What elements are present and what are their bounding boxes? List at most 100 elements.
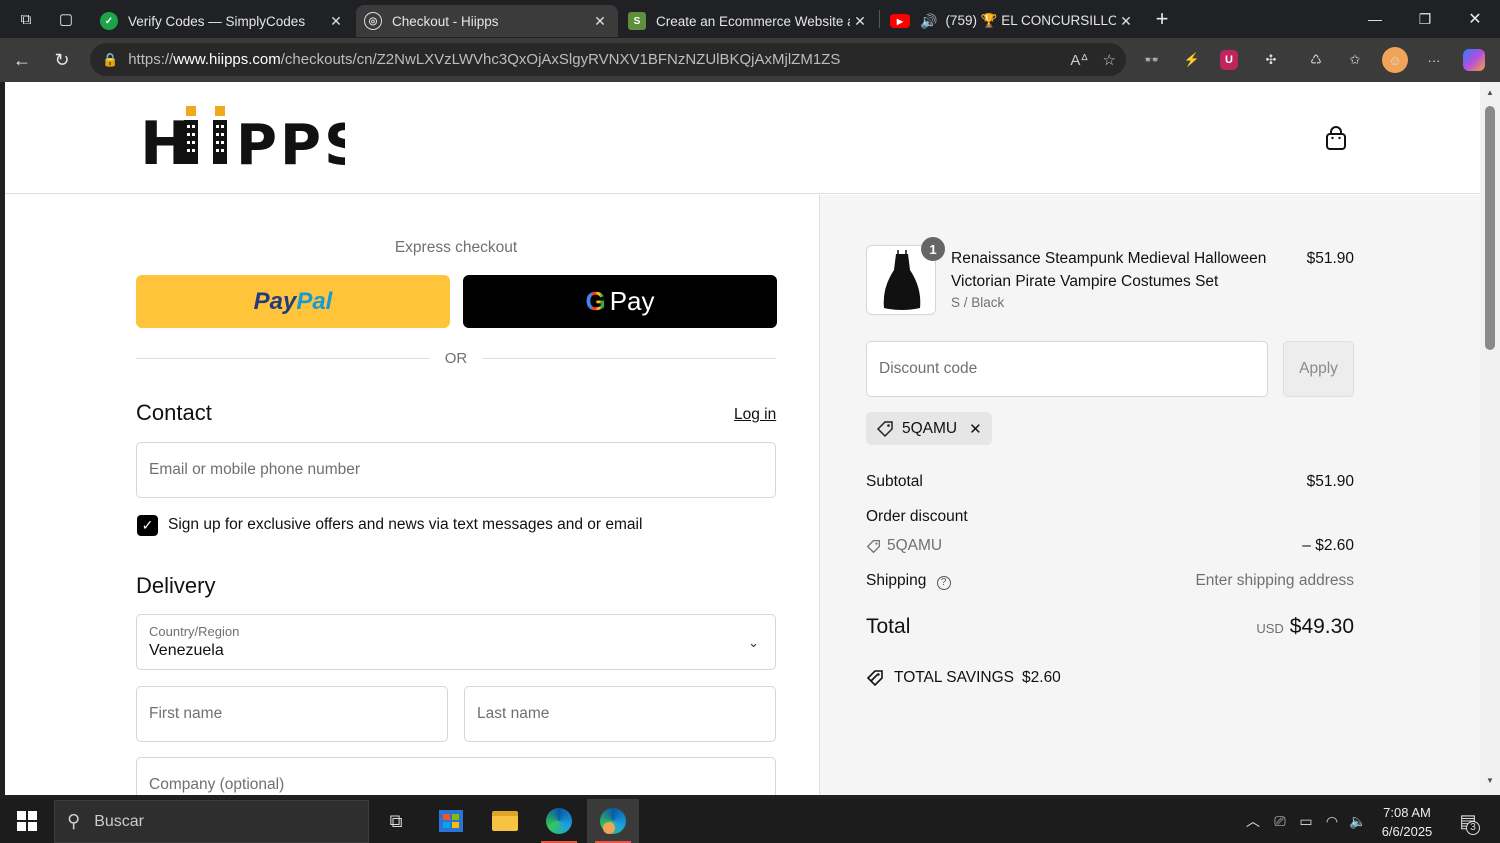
more-options-icon[interactable]: ··· — [1422, 48, 1446, 72]
apply-button[interactable]: Apply — [1283, 341, 1354, 397]
savings-tag-icon — [866, 670, 883, 687]
email-field[interactable]: Email or mobile phone number — [136, 442, 776, 498]
taskbar-clock[interactable]: 7:08 AM 6/6/2025 — [1372, 803, 1442, 841]
close-icon[interactable]: ✕ — [850, 13, 870, 30]
tab-actions-icon[interactable]: ▢ — [46, 0, 86, 38]
speaker-icon[interactable]: 🔊 — [920, 13, 937, 30]
close-icon[interactable]: ✕ — [326, 13, 346, 30]
first-name-field[interactable]: First name — [136, 686, 448, 742]
profile-avatar[interactable]: ☺ — [1382, 47, 1408, 73]
file-explorer-icon[interactable] — [479, 799, 531, 843]
tab-create-ecommerce[interactable]: S Create an Ecommerce Website an ✕ — [620, 5, 878, 37]
refresh-button[interactable]: ↻ — [42, 40, 82, 80]
extensions-puzzle-icon[interactable]: ✣ — [1259, 48, 1283, 72]
login-link[interactable]: Log in — [734, 406, 776, 424]
microsoft-store-icon[interactable] — [425, 799, 477, 843]
browser-toolbar: ← ↻ 🔒 https://www.hiipps.com/checkouts/c… — [0, 38, 1500, 82]
svg-text:H: H — [140, 109, 190, 168]
edge-icon[interactable] — [533, 799, 585, 843]
show-hidden-icons[interactable]: ︿ — [1242, 799, 1264, 843]
product-price: $51.90 — [1306, 250, 1354, 267]
or-divider: OR — [136, 348, 776, 368]
help-circle-icon[interactable]: ? — [936, 576, 951, 590]
url-path: /checkouts/cn/Z2NwLXVzLWVhc3QxOjAxSlgyRV… — [280, 51, 841, 68]
svg-text:PPS: PPS — [236, 113, 345, 168]
extension-glasses-icon[interactable]: 👓 — [1140, 48, 1164, 72]
page-scrollbar[interactable]: ▲ ▼ — [1480, 82, 1500, 795]
order-summary: 1 Renaissance Steampunk Medieval Hallowe… — [819, 195, 1480, 795]
wifi-icon[interactable]: ◠ — [1320, 799, 1344, 843]
close-icon[interactable]: ✕ — [1116, 13, 1136, 30]
extension-bolt-icon[interactable]: ⚡ — [1180, 48, 1204, 72]
shipping-value: Enter shipping address — [1195, 572, 1354, 589]
meet-now-icon[interactable]: ⎚ — [1268, 799, 1292, 843]
shopify-icon: S — [628, 12, 646, 30]
tab-youtube[interactable]: ▶ 🔊 (759) 🏆 EL CONCURSILLO # ✕ — [882, 5, 1144, 37]
shipping-row: Shipping ? Enter shipping address — [866, 572, 1354, 590]
lock-icon[interactable]: 🔒 — [102, 52, 118, 68]
shopping-bag-icon[interactable] — [1325, 126, 1347, 150]
tab-verify-codes[interactable]: ✓ Verify Codes — SimplyCodes ✕ — [92, 5, 354, 37]
back-button[interactable]: ← — [2, 40, 42, 80]
close-icon[interactable]: ✕ — [590, 13, 610, 30]
tag-icon — [876, 420, 893, 437]
subtotal-row: Subtotal $51.90 — [866, 473, 1354, 490]
subtotal-value: $51.90 — [1306, 473, 1354, 490]
tab-title: Checkout - Hiipps — [392, 13, 499, 29]
paypal-button[interactable]: Pay Pal — [136, 275, 450, 328]
site-logo[interactable]: H PPS — [140, 106, 345, 168]
total-value: $49.30 — [1289, 615, 1354, 638]
tab-title: Create an Ecommerce Website an — [656, 13, 850, 29]
tab-title: (759) 🏆 EL CONCURSILLO # — [945, 13, 1116, 28]
taskbar-search[interactable]: ⚲ Buscar — [54, 800, 369, 843]
minimize-button[interactable]: — — [1350, 0, 1400, 38]
tab-checkout-hiipps[interactable]: ◎ Checkout - Hiipps ✕ — [356, 5, 618, 37]
scrollbar-thumb[interactable] — [1485, 106, 1495, 350]
battery-icon[interactable]: ▭ — [1294, 799, 1318, 843]
windows-taskbar: ⚲ Buscar ⧉ ︿ ⎚ ▭ ◠ 🔈 7:08 AM 6/6/2025 ▤ … — [0, 799, 1500, 843]
company-field[interactable]: Company (optional) — [136, 757, 776, 795]
chevron-down-icon: ⌄ — [748, 635, 759, 650]
applied-code: 5QAMU — [902, 419, 958, 437]
discount-code-row: 5QAMU – $2.60 — [866, 537, 1354, 555]
workspaces-icon[interactable]: ⧉ — [6, 0, 46, 38]
discount-value: – $2.60 — [1302, 537, 1354, 554]
signup-checkbox[interactable]: ✓ — [137, 515, 158, 536]
youtube-icon: ▶ — [890, 14, 910, 28]
product-name: Renaissance Steampunk Medieval Halloween… — [951, 250, 1267, 290]
google-pay-button[interactable]: G Pay — [463, 275, 777, 328]
country-select[interactable]: Country/Region Venezuela ⌄ — [136, 614, 776, 670]
last-name-field[interactable]: Last name — [464, 686, 776, 742]
notification-count: 3 — [1466, 821, 1480, 835]
copilot-icon[interactable] — [1463, 49, 1485, 71]
applied-code-chip: 5QAMU ✕ — [866, 412, 992, 445]
restore-button[interactable]: ❐ — [1400, 0, 1450, 38]
discount-code-input[interactable]: Discount code — [866, 341, 1268, 397]
remove-code-icon[interactable]: ✕ — [969, 420, 982, 438]
google-g-icon: G — [585, 286, 606, 316]
delivery-title: Delivery — [136, 573, 216, 598]
close-window-button[interactable]: ✕ — [1450, 0, 1500, 38]
search-icon: ⚲ — [67, 811, 81, 831]
read-aloud-icon[interactable]: Aᐞ — [1070, 51, 1088, 69]
start-button[interactable] — [0, 799, 54, 843]
task-view-icon[interactable]: ⧉ — [370, 799, 422, 843]
contact-title: Contact — [136, 400, 212, 425]
edge-profile-icon[interactable] — [587, 799, 639, 843]
url-host: www.hiipps.com — [173, 51, 281, 68]
tag-icon — [866, 539, 880, 553]
order-discount-row: Order discount — [866, 508, 968, 525]
address-bar[interactable]: 🔒 https://www.hiipps.com/checkouts/cn/Z2… — [90, 43, 1126, 76]
browser-essentials-icon[interactable]: ♺ — [1304, 48, 1328, 72]
new-tab-button[interactable]: + — [1142, 0, 1182, 38]
favorites-icon[interactable]: ✩ — [1343, 48, 1367, 72]
favorite-star-icon[interactable]: ☆ — [1103, 51, 1116, 69]
page-viewport: H PPS — [5, 82, 1480, 795]
express-checkout-label: Express checkout — [394, 239, 518, 256]
quantity-badge: 1 — [921, 237, 945, 261]
notification-center-icon[interactable]: ▤ 3 — [1450, 799, 1486, 843]
volume-icon[interactable]: 🔈 — [1346, 799, 1370, 843]
tab-title: Verify Codes — SimplyCodes — [128, 13, 306, 29]
ublock-shield-icon[interactable]: U — [1220, 50, 1238, 70]
site-header: H PPS — [5, 82, 1480, 194]
